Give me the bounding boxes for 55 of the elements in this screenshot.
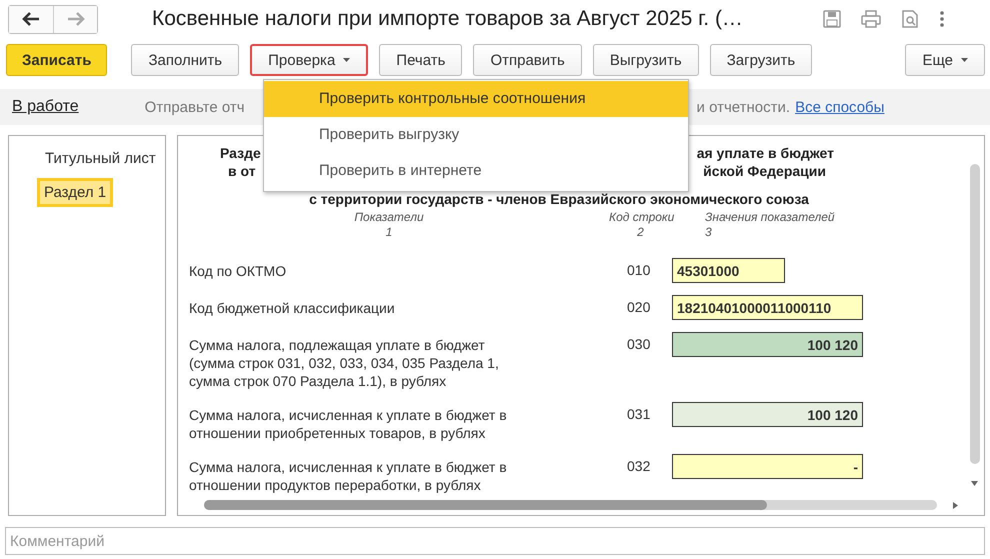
toolbar-button[interactable]: Заполнить xyxy=(131,44,240,76)
back-arrow-icon xyxy=(22,12,40,26)
section-heading: Разде xyxy=(220,144,261,162)
info-text: и отчетности. xyxy=(696,98,790,116)
value-field[interactable]: 100 120 xyxy=(672,402,863,427)
more-button[interactable]: Еще xyxy=(905,44,985,76)
column-header: Код строки 2 xyxy=(608,210,672,240)
toolbar-button[interactable]: Загрузить xyxy=(710,44,812,76)
row-label: Сумма налога, исчисленная к уплате в бюджет в отношении продуктов переработки, в рублях xyxy=(189,458,508,494)
row-code: 030 xyxy=(626,335,652,354)
caret-icon xyxy=(961,58,968,62)
section-heading: йской Федерации xyxy=(703,162,826,180)
window-title: Косвенные налоги при импорте товаров за Август 2025 г. (… xyxy=(152,7,743,31)
save-button[interactable]: Записать xyxy=(6,44,108,76)
value-field[interactable]: - xyxy=(672,454,863,479)
menu-item[interactable]: Проверить контрольные соотношения xyxy=(264,81,688,117)
forward-arrow-icon xyxy=(66,12,84,26)
toolbar-button[interactable]: Проверка xyxy=(250,44,368,76)
horizontal-scrollbar[interactable] xyxy=(204,500,937,510)
row-label: Сумма налога, подлежащая уплате в бюджет (сумма строк 031, 032, 033, 034, 035 Раздела 1, сумма строк 070 Раздела 1.1), в рублях xyxy=(189,336,500,390)
column-header: Показатели 1 xyxy=(353,210,425,240)
section-item[interactable]: Раздел 1 xyxy=(37,178,114,207)
row-label: Код по ОКТМО xyxy=(189,262,288,281)
row-code: 031 xyxy=(626,405,652,424)
info-text: Отправьте отч xyxy=(144,98,245,116)
row-code: 032 xyxy=(626,457,652,476)
value-field[interactable]: 45301000 xyxy=(672,258,785,283)
more-icon[interactable] xyxy=(938,9,946,29)
toolbar-button[interactable]: Выгрузить xyxy=(592,44,699,76)
row-code: 010 xyxy=(626,261,652,280)
row-label: Сумма налога, исчисленная к уплате в бюджет в отношении приобретенных товаров, в рублях xyxy=(189,406,508,442)
row-label: Код бюджетной классификации xyxy=(189,299,396,318)
comment-field[interactable]: Комментарий xyxy=(5,527,985,555)
caret-icon xyxy=(343,58,350,62)
vertical-scrollbar[interactable] xyxy=(970,164,980,464)
all-methods-link[interactable]: Все способы xyxy=(795,98,884,116)
section-heading: в от xyxy=(228,162,256,180)
column-header: Значения показателей 3 xyxy=(704,210,836,240)
menu-item[interactable]: Проверить в интернете xyxy=(264,153,688,189)
row-code: 020 xyxy=(626,298,652,317)
scroll-down-icon[interactable] xyxy=(971,481,978,486)
section-item[interactable]: Титульный лист xyxy=(38,144,163,173)
print-icon[interactable] xyxy=(860,9,882,29)
preview-icon[interactable] xyxy=(900,9,920,29)
section-heading: с территории государств - членов Евразийского экономического союза xyxy=(308,190,810,208)
scroll-right-icon[interactable] xyxy=(953,502,958,509)
value-field[interactable]: 18210401000011000110 xyxy=(672,295,863,320)
toolbar-button[interactable]: Печать xyxy=(379,44,462,76)
back-button[interactable] xyxy=(9,6,53,32)
toolbar-button[interactable]: Отправить xyxy=(473,44,582,76)
status-link[interactable]: В работе xyxy=(12,98,79,116)
section-heading: ая уплате в бюджет xyxy=(696,144,834,162)
value-field[interactable]: 100 120 xyxy=(672,332,863,357)
menu-item[interactable]: Проверить выгрузку xyxy=(264,117,688,153)
save-icon[interactable] xyxy=(822,9,842,29)
